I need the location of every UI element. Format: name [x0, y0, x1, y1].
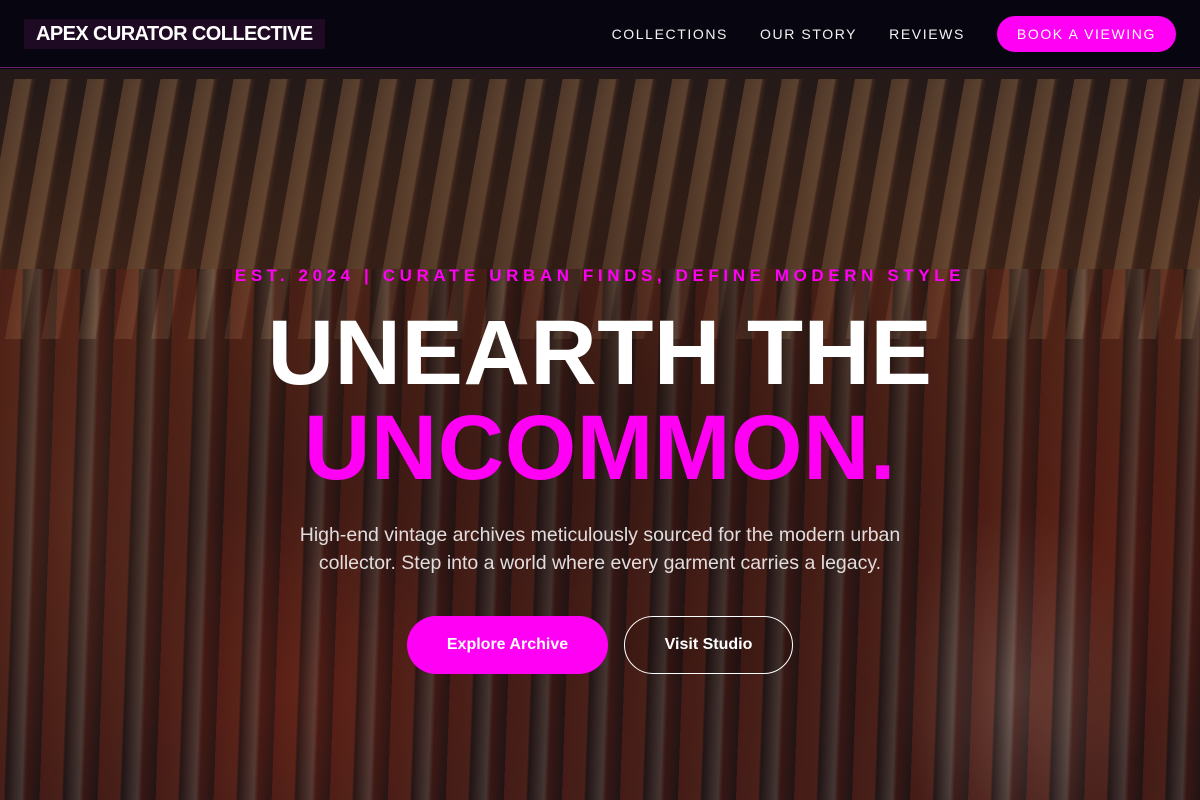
- book-viewing-button[interactable]: BOOK A VIEWING: [996, 16, 1176, 52]
- hero-section: EST. 2024 | CURATE URBAN FINDS, DEFINE M…: [0, 69, 1200, 800]
- nav-link-reviews[interactable]: REVIEWS: [889, 26, 965, 42]
- explore-archive-button[interactable]: Explore Archive: [407, 616, 608, 674]
- nav-link-our-story[interactable]: OUR STORY: [760, 26, 857, 42]
- nav-links: COLLECTIONS OUR STORY REVIEWS BOOK A VIE…: [612, 0, 1176, 68]
- hero-subtitle: High-end vintage archives meticulously s…: [299, 524, 901, 574]
- hero-eyebrow: EST. 2024 | CURATE URBAN FINDS, DEFINE M…: [234, 266, 966, 285]
- brand-logo[interactable]: APEX CURATOR COLLECTIVE: [24, 19, 325, 49]
- nav-link-collections[interactable]: COLLECTIONS: [612, 26, 728, 42]
- visit-studio-button[interactable]: Visit Studio: [624, 616, 793, 674]
- top-navigation: APEX CURATOR COLLECTIVE COLLECTIONS OUR …: [0, 0, 1200, 68]
- hero-title-line-2: UNCOMMON.: [303, 397, 897, 499]
- hero-title-line-1: UNEARTH THE: [267, 302, 933, 404]
